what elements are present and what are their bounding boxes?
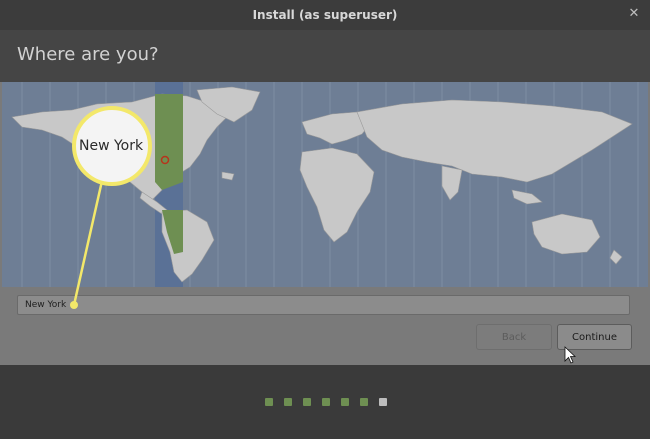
progress-step [265,398,273,406]
progress-step-current [379,398,387,406]
footer [0,365,650,439]
progress-indicator [265,398,387,406]
zoom-callout-label: New York [79,138,144,154]
world-map-graphic [11,82,639,287]
progress-step [341,398,349,406]
window-title: Install (as superuser) [252,8,398,22]
progress-step [360,398,368,406]
page-header: Where are you? [0,30,650,82]
page-title: Where are you? [17,44,159,65]
timezone-map[interactable] [2,82,648,287]
close-icon[interactable]: ✕ [626,6,642,22]
progress-step [303,398,311,406]
progress-step [284,398,292,406]
window-titlebar: Install (as superuser) ✕ [0,0,650,30]
location-input[interactable]: New York [17,295,630,315]
progress-step [322,398,330,406]
continue-button[interactable]: Continue [557,324,632,350]
content-area: New York Back Continue [0,82,650,365]
back-button[interactable]: Back [476,324,552,350]
